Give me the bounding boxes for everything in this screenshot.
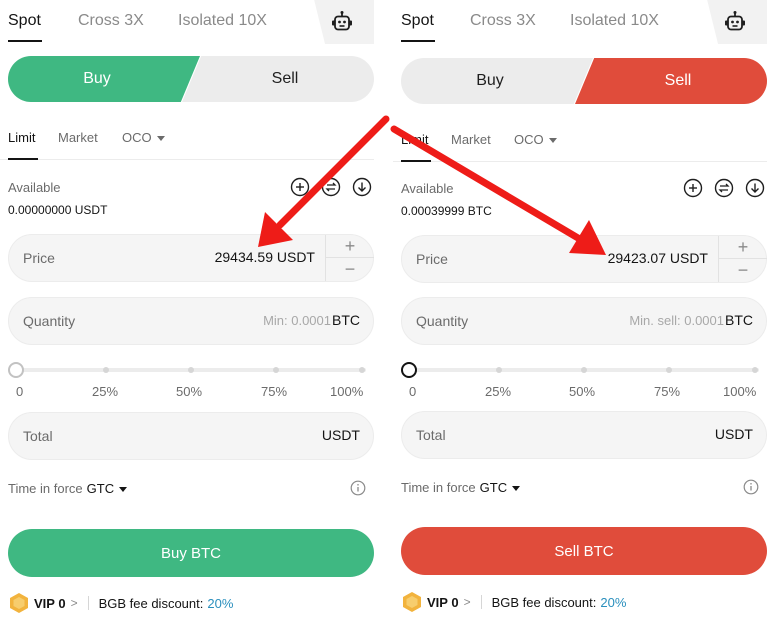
robot-icon <box>332 11 352 31</box>
sell-side-button[interactable]: Sell <box>575 58 767 104</box>
active-tab-underline <box>8 40 42 42</box>
slider-stop[interactable] <box>359 367 365 373</box>
sell-btc-button[interactable]: Sell BTC <box>401 527 767 575</box>
quantity-unit: BTC <box>332 312 360 328</box>
slider-stop[interactable] <box>496 367 502 373</box>
info-icon[interactable] <box>743 479 759 495</box>
tab-spot[interactable]: Spot <box>401 12 434 30</box>
chevron-down-icon <box>119 487 128 493</box>
chevron-right-icon[interactable]: > <box>464 595 471 609</box>
buy-sell-toggle: Buy Sell <box>8 56 374 102</box>
buy-side-button[interactable]: Buy <box>401 58 593 104</box>
active-tab-underline <box>401 40 435 42</box>
info-icon[interactable] <box>350 480 366 496</box>
buy-order-panel: Spot Cross 3X Isolated 10X Buy Sell Limi… <box>0 0 374 628</box>
chevron-down-icon <box>512 486 521 492</box>
balance-actions <box>683 178 765 198</box>
chevron-right-icon[interactable]: > <box>71 596 78 610</box>
tab-market[interactable]: Market <box>58 130 98 145</box>
tab-limit[interactable]: Limit <box>8 130 35 145</box>
slider-stop[interactable] <box>752 367 758 373</box>
chevron-down-icon <box>156 136 165 142</box>
tab-isolated[interactable]: Isolated 10X <box>570 12 659 30</box>
total-field[interactable]: Total USDT <box>401 411 767 459</box>
tab-oco[interactable]: OCO <box>514 132 557 147</box>
transfer-icon[interactable] <box>714 178 734 198</box>
tab-spot[interactable]: Spot <box>8 12 41 30</box>
sell-order-panel: Spot Cross 3X Isolated 10X Buy Sell Limi… <box>393 0 767 628</box>
available-label: Available <box>401 181 454 196</box>
quantity-unit: BTC <box>725 312 753 328</box>
quantity-input[interactable]: Min: 0.0001 <box>263 313 331 328</box>
margin-mode-tabs: Spot Cross 3X Isolated 10X <box>393 0 767 46</box>
buy-sell-toggle: Buy Sell <box>401 58 767 104</box>
total-unit: USDT <box>321 427 360 443</box>
price-input[interactable]: 29423.07 <box>608 250 666 266</box>
fee-footer: VIP 0 > BGB fee discount: 20% <box>8 592 233 614</box>
vip-level[interactable]: VIP 0 <box>34 596 66 611</box>
download-icon[interactable] <box>745 178 765 198</box>
price-stepper: + − <box>718 236 767 282</box>
quantity-slider[interactable]: 0 25% 50% 75% 100% <box>8 362 368 399</box>
buy-side-button[interactable]: Buy <box>8 56 200 102</box>
tab-cross[interactable]: Cross 3X <box>78 12 144 30</box>
transfer-icon[interactable] <box>321 177 341 197</box>
slider-stop[interactable] <box>666 367 672 373</box>
vip-badge-icon <box>403 592 421 612</box>
deposit-plus-icon[interactable] <box>683 178 703 198</box>
slider-stop[interactable] <box>188 367 194 373</box>
available-balance: 0.00000000 USDT <box>8 203 108 217</box>
price-unit: USDT <box>276 249 315 265</box>
vip-badge-icon <box>10 593 28 613</box>
margin-mode-tabs: Spot Cross 3X Isolated 10X <box>0 0 374 46</box>
tab-oco[interactable]: OCO <box>122 130 165 145</box>
balance-actions <box>290 177 372 197</box>
tab-limit[interactable]: Limit <box>401 132 428 147</box>
total-unit: USDT <box>714 426 753 442</box>
slider-stop[interactable] <box>581 367 587 373</box>
tab-cross[interactable]: Cross 3X <box>470 12 536 30</box>
price-unit: USDT <box>669 250 708 266</box>
decrement-icon[interactable]: − <box>719 259 767 282</box>
active-order-tab-underline <box>401 160 431 162</box>
time-in-force[interactable]: Time in force GTC <box>401 480 521 495</box>
price-field[interactable]: Price 29434.59 USDT + − <box>8 234 374 282</box>
sell-side-button[interactable]: Sell <box>182 56 374 102</box>
slider-stop[interactable] <box>273 367 279 373</box>
active-order-tab-underline <box>8 158 38 160</box>
price-input[interactable]: 29434.59 <box>215 249 273 265</box>
vip-level[interactable]: VIP 0 <box>427 595 459 610</box>
increment-icon[interactable]: + <box>719 236 767 259</box>
price-stepper: + − <box>325 235 374 281</box>
tab-isolated[interactable]: Isolated 10X <box>178 12 267 30</box>
price-field[interactable]: Price 29423.07 USDT + − <box>401 235 767 283</box>
slider-thumb[interactable] <box>8 362 24 378</box>
robot-icon <box>725 11 745 31</box>
order-type-tabs: Limit Market OCO <box>0 126 374 160</box>
deposit-plus-icon[interactable] <box>290 177 310 197</box>
total-field[interactable]: Total USDT <box>8 412 374 460</box>
time-in-force[interactable]: Time in force GTC <box>8 481 128 496</box>
quantity-slider[interactable]: 0 25% 50% 75% 100% <box>401 362 761 399</box>
fee-footer: VIP 0 > BGB fee discount: 20% <box>401 591 626 613</box>
quantity-input[interactable]: Min. sell: 0.0001 <box>629 313 724 328</box>
buy-btc-button[interactable]: Buy BTC <box>8 529 374 577</box>
increment-icon[interactable]: + <box>326 235 374 258</box>
download-icon[interactable] <box>352 177 372 197</box>
tab-market[interactable]: Market <box>451 132 491 147</box>
available-label: Available <box>8 180 61 195</box>
quantity-field[interactable]: Quantity Min. sell: 0.0001 BTC <box>401 297 767 345</box>
slider-stop[interactable] <box>103 367 109 373</box>
decrement-icon[interactable]: − <box>326 258 374 281</box>
order-type-tabs: Limit Market OCO <box>393 128 767 162</box>
available-balance: 0.00039999 BTC <box>401 204 492 218</box>
slider-thumb[interactable] <box>401 362 417 378</box>
chevron-down-icon <box>548 138 557 144</box>
fee-discount-link[interactable]: 20% <box>207 596 233 611</box>
fee-discount-link[interactable]: 20% <box>600 595 626 610</box>
quantity-field[interactable]: Quantity Min: 0.0001 BTC <box>8 297 374 345</box>
